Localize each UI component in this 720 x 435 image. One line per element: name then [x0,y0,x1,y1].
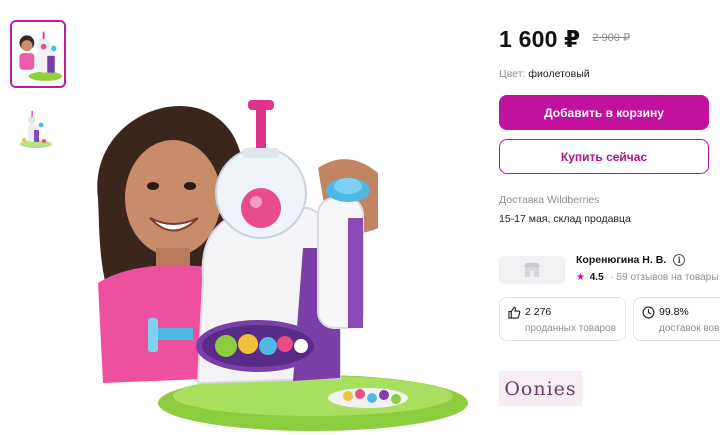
old-price: 2 900 ₽ [592,32,630,44]
reviews-link[interactable]: · 59 отзывов на товары [610,272,718,283]
seller-name-row[interactable]: Коренюгина Н. В. i [576,254,686,266]
avito-watermark: Avito [612,394,712,426]
thumbnail-2-image [10,100,66,168]
avito-logo-icon: Avito [614,396,692,423]
stat-sold-label: проданных товаров [525,323,616,334]
color-label: Цвет: [499,68,526,80]
delivery-date: 15-17 мая, склад продавца [499,213,631,225]
thumbs-up-icon [508,306,521,319]
current-price: 1 600 ₽ [499,26,581,52]
seller-name[interactable]: Коренюгина Н. В. [576,254,666,266]
thumbnail-1-image [12,22,64,86]
thumbnail-2[interactable] [10,100,66,168]
add-to-cart-button[interactable]: Добавить в корзину [499,95,709,130]
stat-on-time-value: 99.8% [659,306,689,318]
seller-rating: ★ 4.5 · 59 отзывов на товары [576,272,718,283]
color-line: Цвет: фиолетовый [499,68,590,80]
stat-on-time: 99.8% доставок вовремя [633,297,720,341]
avito-wordmark: Avito [642,400,691,422]
clock-icon [642,306,655,319]
seller-block[interactable]: Коренюгина Н. В. i ★ 4.5 · 59 отзывов на… [499,254,720,288]
product-info-panel: 1 600 ₽ 2 900 ₽ Цвет: фиолетовый Добавит… [499,0,720,435]
shop-icon [524,263,540,277]
rating-value: 4.5 [589,272,604,283]
price-row: 1 600 ₽ 2 900 ₽ [499,26,630,53]
stat-sold-value: 2 276 [525,306,552,318]
product-image[interactable] [78,78,468,435]
stat-on-time-label: доставок вовремя [659,323,720,334]
star-icon: ★ [576,272,585,283]
brand-logo[interactable]: Oonies [499,371,582,406]
delivery-title: Доставка Wildberries [499,194,600,206]
info-icon[interactable]: i [673,254,686,266]
seller-logo[interactable] [499,256,565,284]
thumbnail-list [10,20,68,180]
product-photo [78,78,468,435]
thumbnail-1[interactable] [10,20,66,88]
color-value: фиолетовый [528,68,590,80]
buy-now-button[interactable]: Купить сейчас [499,139,709,174]
stat-sold: 2 276 проданных товаров [499,297,626,341]
